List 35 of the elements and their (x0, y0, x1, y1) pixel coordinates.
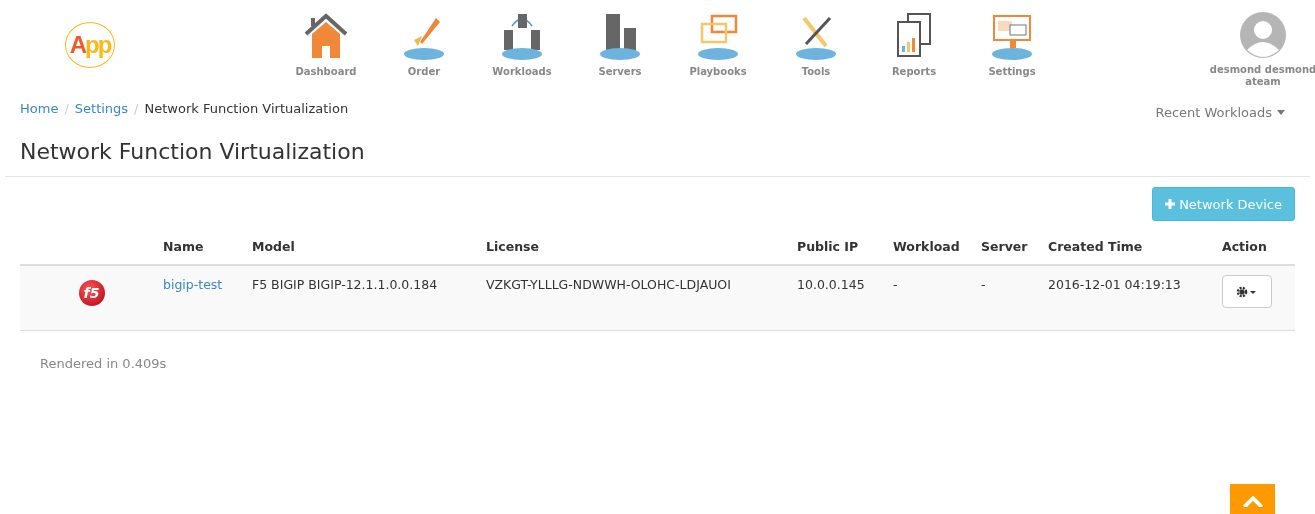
recent-workloads-menu[interactable]: Recent Workloads (1155, 105, 1285, 120)
user-team: ateam (1245, 76, 1281, 88)
table-cell: - (981, 265, 1048, 331)
device-logo: f5 (78, 280, 105, 306)
nav-item[interactable]: Dashboard (277, 0, 375, 77)
house-icon (302, 12, 350, 60)
chevron-up-icon (1241, 496, 1264, 507)
breadcrumb-separator: / (64, 101, 69, 116)
breadcrumb-separator: / (134, 101, 139, 116)
avatar-icon[interactable] (1240, 12, 1286, 58)
page-title: Network Function Virtualization (20, 138, 365, 166)
caret-icon (1277, 110, 1285, 115)
table-cell: VZKGT-YLLLG-NDWWH-OLOHC-LDJAUOI (486, 265, 797, 331)
nav-item[interactable]: Servers (571, 0, 669, 77)
current-page-label: Network Function Virtualization (144, 101, 349, 116)
table-cell: - (893, 265, 981, 331)
nav-item[interactable]: Settings (963, 0, 1061, 77)
add-network-device-button[interactable]: Network Device (1152, 187, 1295, 221)
nav-item[interactable]: Playbooks (669, 0, 767, 77)
table-cell: F5 BIGIP BIGIP-12.1.1.0.0.184 (252, 265, 486, 331)
nav-item[interactable]: Order (375, 0, 473, 77)
nav-item[interactable]: Reports (865, 0, 963, 77)
breadcrumb-link[interactable]: Home (20, 101, 59, 116)
nav-item[interactable]: Workloads (473, 0, 571, 77)
gear-icon (1236, 285, 1258, 298)
user-name: desmond desmond (1209, 64, 1315, 76)
device-name-link[interactable]: bigip-test (163, 277, 223, 292)
table-cell: 10.0.0.145 (797, 265, 893, 331)
table-cell: 2016-12-01 04:19:13 (1048, 265, 1222, 331)
nav-item[interactable]: Tools (767, 0, 865, 77)
breadcrumb-link[interactable]: Settings (74, 101, 129, 116)
scroll-top-button[interactable] (1230, 484, 1275, 514)
render-time: Rendered in 0.409s (40, 356, 167, 371)
action-menu-button[interactable] (1222, 275, 1272, 308)
plus-icon (1165, 199, 1176, 209)
